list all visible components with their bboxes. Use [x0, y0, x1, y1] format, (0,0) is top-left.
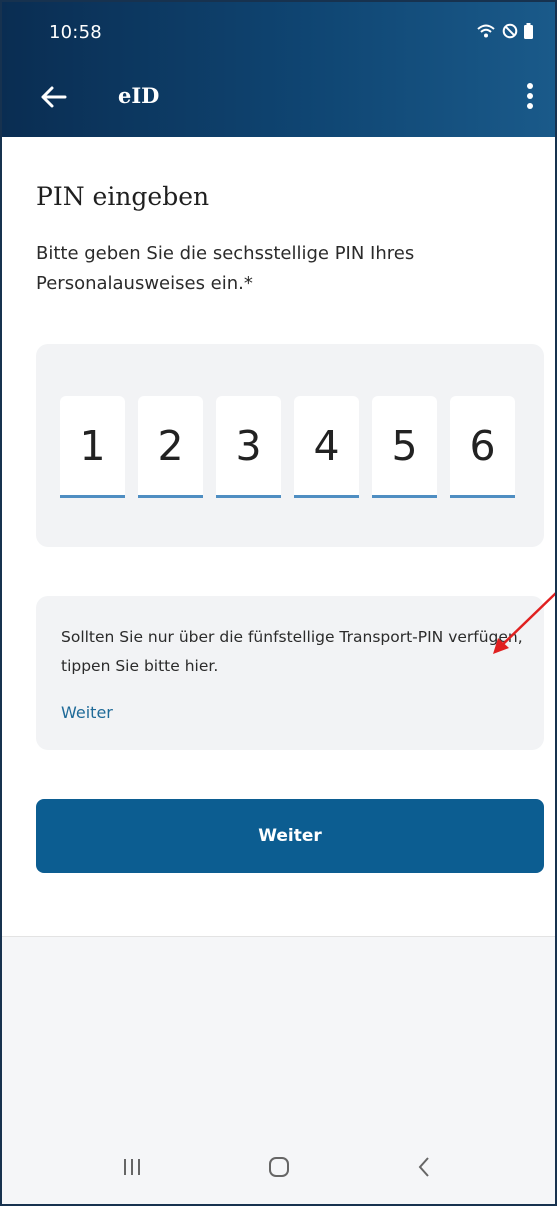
app-title: eID: [118, 83, 160, 108]
pin-digit-field[interactable]: 4: [294, 396, 359, 498]
more-vertical-icon: [527, 83, 533, 109]
page-title: PIN eingeben: [36, 182, 210, 211]
recent-apps-button[interactable]: [102, 1147, 162, 1187]
pin-input-row[interactable]: 1 2 3 4 5 6: [60, 396, 515, 498]
empty-background: [2, 936, 555, 1129]
wifi-icon: [477, 24, 495, 38]
recent-apps-icon: [124, 1159, 140, 1175]
pin-digit-field[interactable]: 2: [138, 396, 203, 498]
arrow-left-icon: [41, 86, 67, 108]
pin-entry-card: 1 2 3 4 5 6: [36, 344, 544, 547]
home-button[interactable]: [249, 1147, 309, 1187]
do-not-disturb-icon: [502, 23, 518, 39]
submit-button[interactable]: Weiter: [36, 799, 544, 873]
pin-digit-field[interactable]: 5: [372, 396, 437, 498]
transport-pin-hint: Sollten Sie nur über die fünfstellige Tr…: [61, 628, 523, 675]
battery-icon: [524, 23, 533, 39]
app-header: 10:58 eID: [2, 2, 555, 137]
home-icon: [269, 1157, 289, 1177]
phone-screen: 10:58 eID PIN eingeben Bitte geben Sie d…: [0, 0, 557, 1206]
status-icons: [476, 23, 533, 39]
pin-digit-field[interactable]: 6: [450, 396, 515, 498]
pin-digit-field[interactable]: 1: [60, 396, 125, 498]
annotation-arrow-icon: [493, 592, 555, 654]
pin-instruction: Bitte geben Sie die sechsstellige PIN Ih…: [36, 243, 415, 294]
status-time: 10:58: [49, 22, 102, 43]
system-navigation-bar: [2, 1129, 555, 1204]
more-options-button[interactable]: [522, 80, 538, 112]
back-button[interactable]: [36, 80, 70, 114]
transport-pin-card: Sollten Sie nur über die fünfstellige Tr…: [36, 596, 544, 750]
pin-digit-field[interactable]: 3: [216, 396, 281, 498]
transport-pin-link[interactable]: Weiter: [61, 703, 113, 722]
back-icon: [418, 1157, 429, 1177]
system-back-button[interactable]: [394, 1147, 454, 1187]
